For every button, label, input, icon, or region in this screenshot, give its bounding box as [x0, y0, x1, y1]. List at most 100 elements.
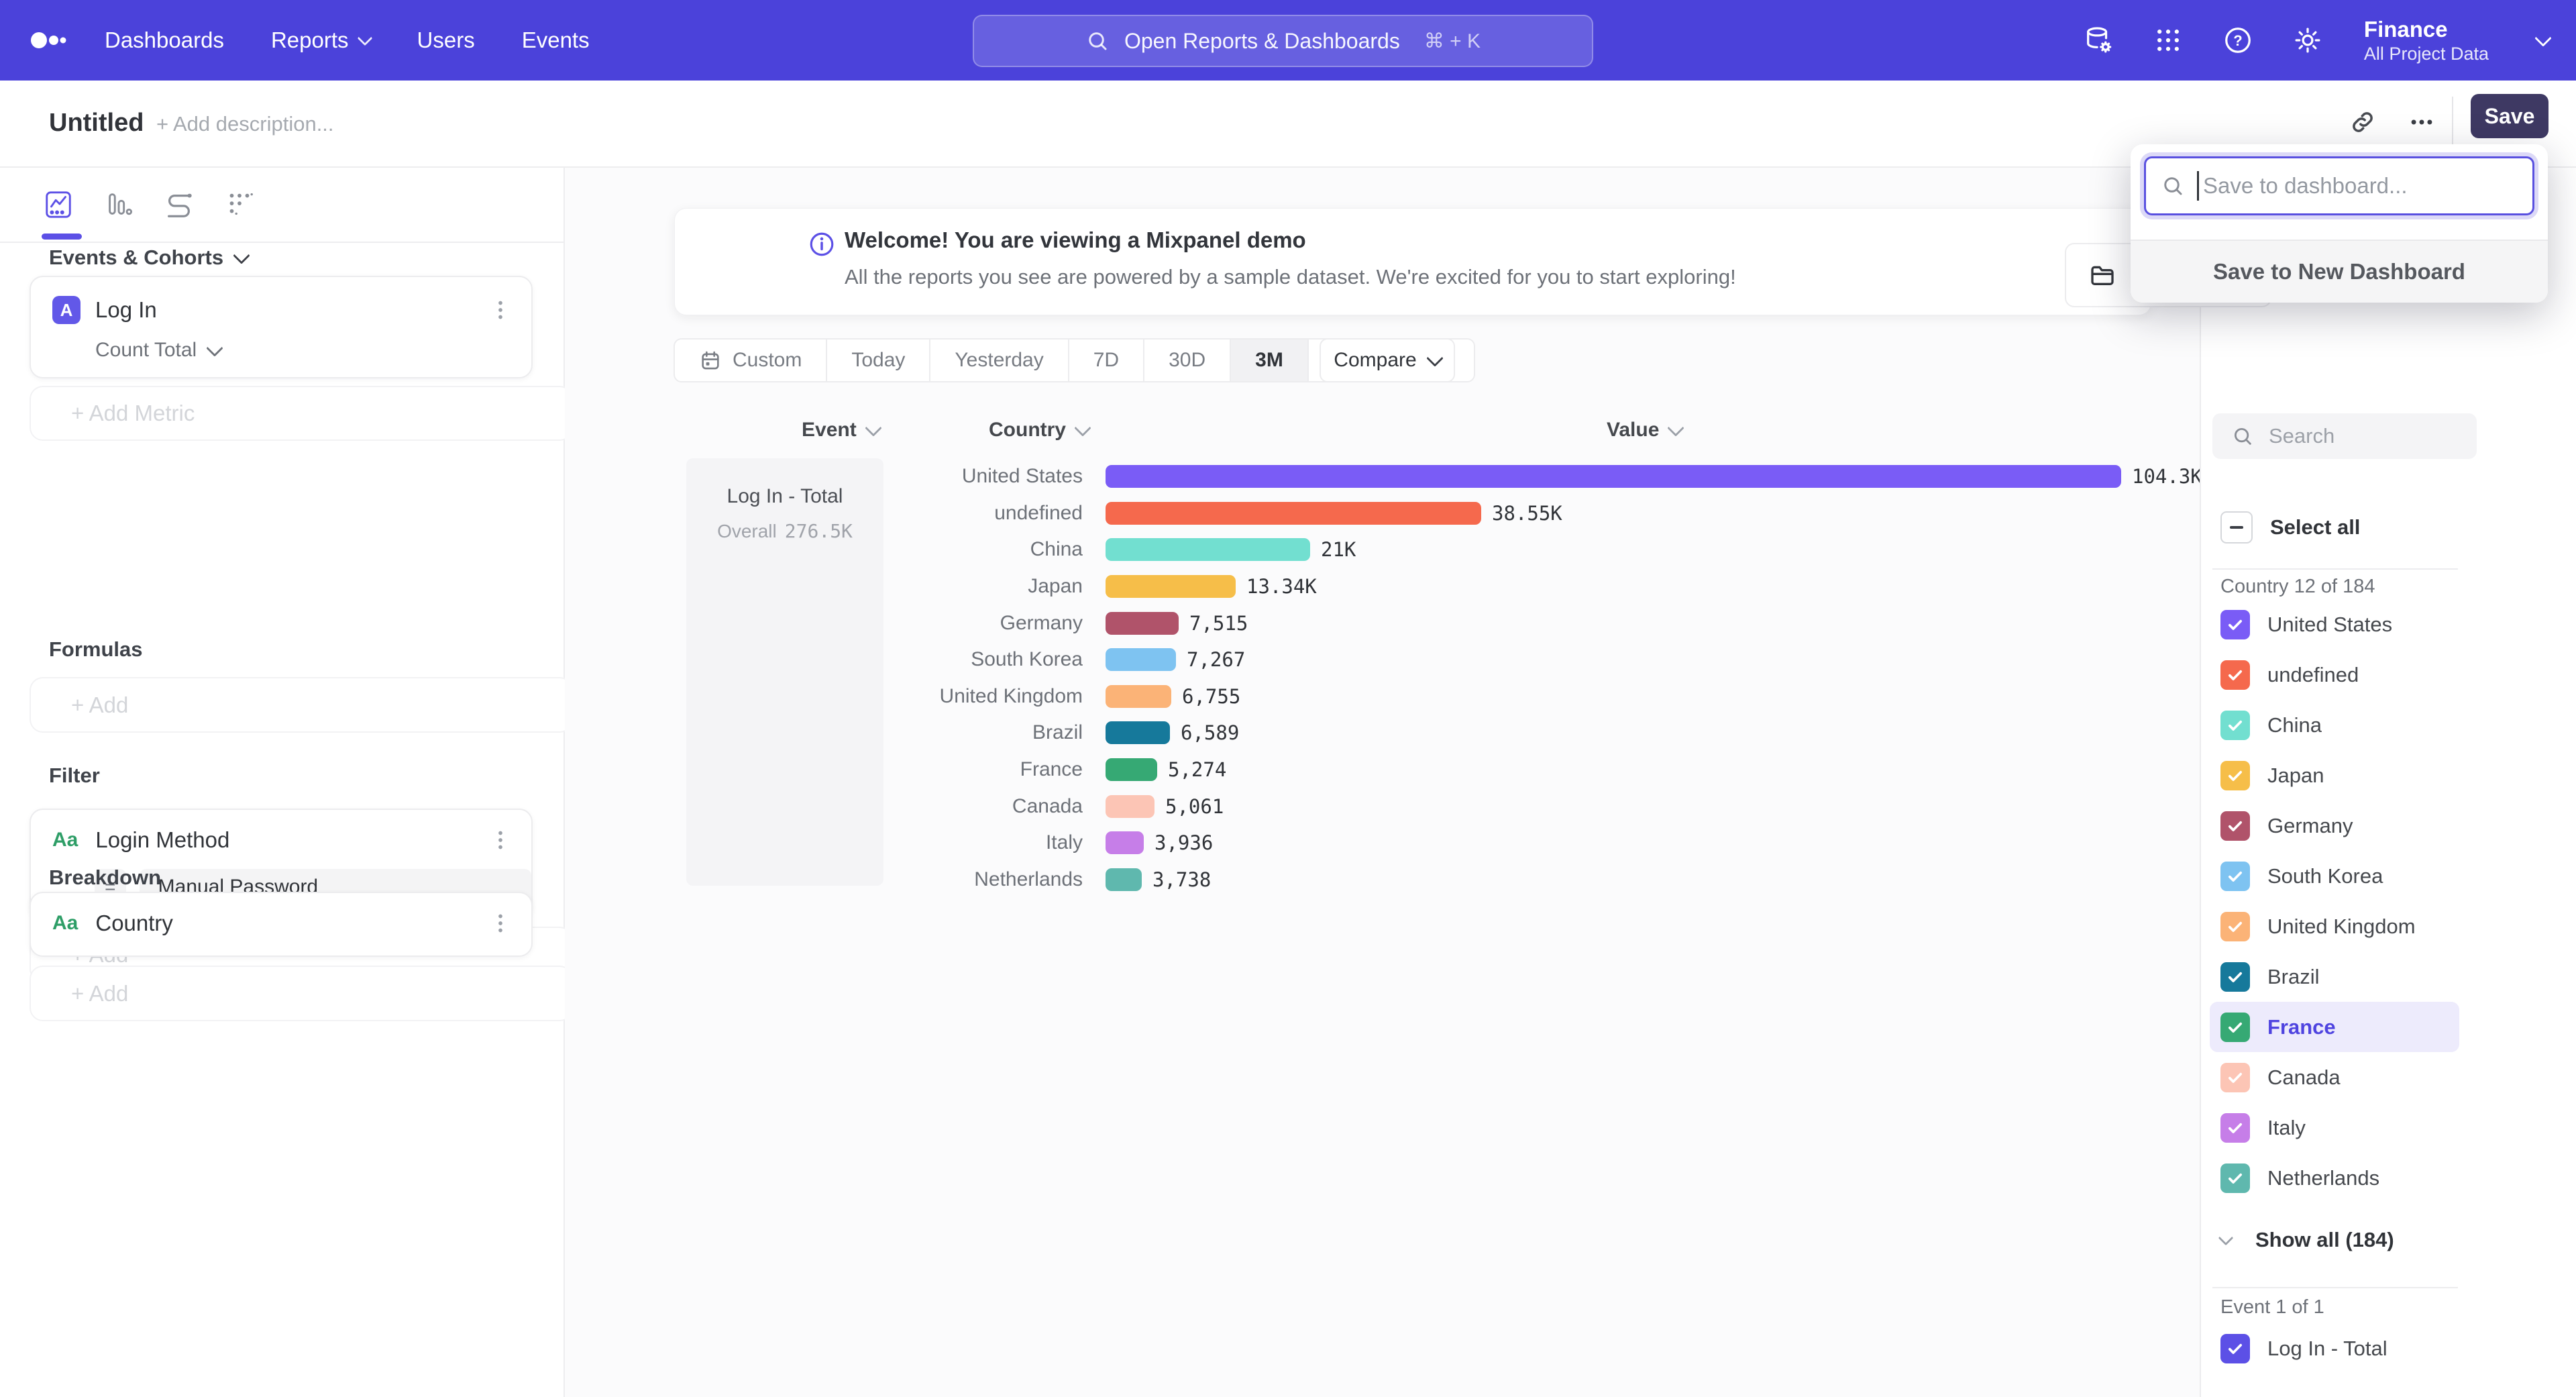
settings-button[interactable]	[2288, 20, 2328, 60]
legend-item-japan[interactable]: Japan	[2210, 750, 2459, 800]
bar[interactable]	[1106, 538, 1310, 561]
nav-item-label: Dashboards	[105, 28, 224, 53]
legend-item-brazil[interactable]: Brazil	[2210, 951, 2459, 1002]
legend-item-label: Netherlands	[2267, 1166, 2379, 1190]
kebab-menu-icon[interactable]	[488, 828, 513, 852]
column-header-value[interactable]: Value	[1607, 419, 1682, 442]
legend-checkbox[interactable]	[2220, 1063, 2250, 1092]
date-range-30d[interactable]: 30D	[1144, 340, 1231, 381]
tab-insights[interactable]	[43, 189, 74, 220]
legend-checkbox[interactable]	[2220, 660, 2250, 690]
nav-item-users[interactable]: Users	[417, 28, 475, 53]
legend-item-label: China	[2267, 713, 2322, 737]
events-cohorts-header[interactable]: Events & Cohorts	[49, 246, 248, 270]
report-title[interactable]: Untitled	[49, 109, 144, 138]
bar[interactable]	[1106, 721, 1170, 744]
compare-button[interactable]: Compare	[1320, 338, 1455, 382]
select-all-row[interactable]: Select all	[2220, 511, 2360, 544]
legend-checkbox[interactable]	[2220, 862, 2250, 891]
apps-grid-button[interactable]	[2148, 20, 2188, 60]
bar[interactable]	[1106, 502, 1481, 525]
breakdown-property-name[interactable]: Country	[95, 911, 173, 936]
legend-item-france[interactable]: France	[2210, 1002, 2459, 1052]
bar[interactable]	[1106, 831, 1144, 854]
show-all-button[interactable]: Show all (184)	[2220, 1228, 2394, 1252]
add-metric-button[interactable]: + Add Metric	[30, 386, 573, 441]
bar-value-label: 3,936	[1155, 831, 1213, 854]
text-caret	[2197, 171, 2199, 201]
bar[interactable]	[1106, 648, 1176, 671]
select-all-checkbox[interactable]	[2220, 511, 2253, 544]
legend-checkbox[interactable]	[2220, 1113, 2250, 1143]
date-range-3m[interactable]: 3M	[1231, 340, 1309, 381]
save-to-dashboard-input[interactable]: Save to dashboard...	[2144, 156, 2534, 215]
kebab-menu-icon[interactable]	[488, 911, 513, 935]
dots-grid-icon	[224, 189, 255, 220]
metric-name[interactable]: Log In	[95, 297, 157, 323]
legend-checkbox[interactable]	[2220, 912, 2250, 941]
select-all-label: Select all	[2270, 515, 2360, 539]
tab-funnels[interactable]	[103, 189, 134, 220]
column-header-event[interactable]: Event	[802, 419, 879, 442]
legend-checkbox[interactable]	[2220, 962, 2250, 992]
legend-checkbox[interactable]	[2220, 761, 2250, 790]
legend-checkbox[interactable]	[2220, 1334, 2250, 1363]
nav-item-events[interactable]: Events	[522, 28, 590, 53]
legend-checkbox[interactable]	[2220, 711, 2250, 740]
legend-checkbox[interactable]	[2220, 811, 2250, 841]
copy-link-button[interactable]	[2341, 101, 2384, 144]
more-options-button[interactable]	[2400, 101, 2443, 144]
legend-item-log-in---total[interactable]: Log In - Total	[2210, 1323, 2459, 1374]
date-range-today[interactable]: Today	[827, 340, 930, 381]
project-scope: All Project Data	[2364, 43, 2489, 64]
legend-item-undefined[interactable]: undefined	[2210, 650, 2459, 700]
legend-item-south-korea[interactable]: South Korea	[2210, 851, 2459, 901]
bar[interactable]	[1106, 575, 1236, 598]
tab-flows[interactable]	[224, 189, 255, 220]
date-range-7d[interactable]: 7D	[1069, 340, 1144, 381]
bar[interactable]	[1106, 465, 2121, 488]
report-description-placeholder[interactable]: + Add description...	[156, 112, 334, 136]
chevron-down-icon	[1668, 419, 1684, 436]
legend-checkbox[interactable]	[2220, 1163, 2250, 1193]
column-header-country[interactable]: Country	[989, 419, 1089, 442]
legend-item-canada[interactable]: Canada	[2210, 1052, 2459, 1102]
bar[interactable]	[1106, 758, 1157, 781]
legend-checkbox[interactable]	[2220, 1013, 2250, 1042]
legend-search-input[interactable]: Search	[2212, 413, 2477, 459]
bar[interactable]	[1106, 612, 1179, 635]
legend-item-united-states[interactable]: United States	[2210, 599, 2459, 650]
bar[interactable]	[1106, 795, 1155, 818]
help-button[interactable]: ?	[2218, 20, 2258, 60]
check-icon	[2225, 1339, 2245, 1359]
kebab-menu-icon[interactable]	[488, 298, 513, 322]
legend-item-china[interactable]: China	[2210, 700, 2459, 750]
save-to-new-dashboard-button[interactable]: Save to New Dashboard	[2131, 240, 2548, 303]
mixpanel-logo[interactable]	[30, 25, 76, 55]
legend-item-germany[interactable]: Germany	[2210, 800, 2459, 851]
date-range-yesterday[interactable]: Yesterday	[930, 340, 1069, 381]
date-range-custom[interactable]: Custom	[675, 340, 827, 381]
save-button[interactable]: Save	[2471, 94, 2548, 138]
project-switcher[interactable]: Finance All Project Data	[2364, 16, 2489, 64]
chevron-down-icon[interactable]	[2534, 30, 2551, 46]
legend-item-italy[interactable]: Italy	[2210, 1102, 2459, 1153]
nav-item-reports[interactable]: Reports	[271, 28, 370, 53]
add-breakdown-button[interactable]: + Add	[30, 966, 573, 1021]
add-formula-button[interactable]: + Add	[30, 677, 573, 733]
legend-item-united-kingdom[interactable]: United Kingdom	[2210, 901, 2459, 951]
bar[interactable]	[1106, 868, 1142, 891]
global-search-button[interactable]: Open Reports & Dashboards ⌘ + K	[973, 15, 1593, 67]
aggregation-dropdown[interactable]: Count Total	[31, 324, 531, 362]
data-management-button[interactable]	[2078, 20, 2118, 60]
bar-category-label: Germany	[565, 612, 1083, 635]
legend-item-netherlands[interactable]: Netherlands	[2210, 1153, 2459, 1203]
save-input-placeholder: Save to dashboard...	[2203, 173, 2408, 199]
bar[interactable]	[1106, 685, 1171, 708]
filter-property-name[interactable]: Login Method	[95, 827, 229, 853]
mixpanel-report-builder: Dashboards Reports Users Events Open Rep…	[0, 0, 2576, 1397]
check-icon	[2225, 1118, 2245, 1138]
legend-checkbox[interactable]	[2220, 610, 2250, 639]
nav-item-dashboards[interactable]: Dashboards	[105, 28, 224, 53]
tab-retention[interactable]	[164, 189, 195, 220]
